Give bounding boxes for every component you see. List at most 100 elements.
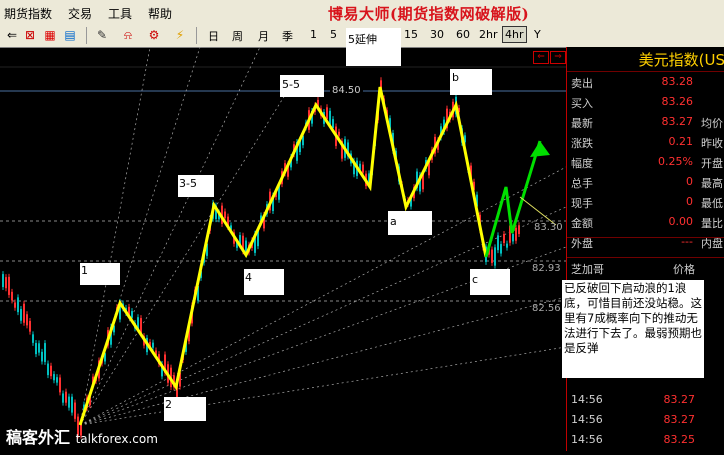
wave-a-text: a: [390, 215, 397, 228]
quote-row-value: 0.21: [668, 135, 694, 148]
instrument-title: 美元指数(US: [638, 51, 724, 69]
quote-row-label: 幅度: [571, 157, 593, 170]
divider: [567, 257, 724, 258]
trade-header-exchange: 芝加哥: [571, 263, 604, 276]
menu-trade[interactable]: 交易: [68, 5, 92, 22]
trade-time: 14:56: [571, 413, 603, 426]
wave-c-text: c: [472, 273, 479, 286]
period-quarter[interactable]: 季: [282, 28, 293, 44]
quote-row-label2: 开盘: [701, 157, 723, 170]
trade-price: 83.27: [663, 413, 696, 426]
price-label-82-93: 82.93: [532, 263, 561, 274]
trade-time: 14:56: [571, 433, 603, 446]
wave-3-5-text: 3-5: [179, 177, 197, 190]
quote-row-value: 0: [686, 175, 693, 188]
wave-label-c: c: [470, 269, 510, 295]
quote-row-label: 最新: [571, 117, 593, 130]
fan-line: [79, 206, 567, 426]
quote-row-label2: 量比: [701, 217, 723, 230]
back-icon[interactable]: ⇐: [4, 27, 20, 43]
trade-time: 14:56: [571, 393, 603, 406]
trend-line: [519, 196, 557, 226]
period-1min[interactable]: 1: [310, 28, 317, 41]
cross-icon[interactable]: ⊠: [22, 27, 38, 43]
quote-row-label2: 均价: [701, 117, 723, 130]
toolbar-separator: [196, 27, 197, 44]
toolbar-separator: [86, 27, 87, 44]
quote-row-label: 涨跌: [571, 137, 593, 150]
wave-label-5-extension: 5延伸: [346, 28, 401, 66]
watermark-text: 稿客外汇: [6, 428, 71, 447]
chart-canvas: [0, 46, 567, 439]
quote-row-label: 买入: [571, 97, 593, 110]
quote-row-label2: 最低: [701, 197, 723, 210]
quote-row-label: 卖出: [571, 77, 593, 90]
scroll-right-icon[interactable]: ⇒: [550, 51, 566, 64]
period-week[interactable]: 周: [232, 28, 243, 44]
wave-label-4: 4: [244, 269, 284, 295]
quote-row: 卖出 83.28: [567, 75, 724, 95]
period-day[interactable]: 日: [208, 28, 219, 44]
quote-row: 现手 0 最低: [567, 195, 724, 215]
divider: [567, 237, 724, 238]
wave-label-1: 1: [80, 263, 120, 285]
menu-help[interactable]: 帮助: [148, 5, 172, 22]
elliott-wave-line: [78, 86, 488, 426]
quote-row-label2: 最高: [701, 177, 723, 190]
price-chart[interactable]: 1 2 3-5 4 5-5 5延伸 a b c 84.50 83.30 82.9…: [0, 28, 567, 451]
wave-1-text: 1: [81, 264, 88, 277]
divider: [567, 71, 724, 72]
quote-row-value: 0.25%: [658, 155, 693, 168]
wave-label-5-5: 5-5: [280, 75, 324, 97]
quote-row-value: 83.26: [661, 95, 694, 108]
quote-row: 幅度 0.25% 开盘: [567, 155, 724, 175]
menu-bar: 期货指数 交易 工具 帮助 博易大师(期货指数网破解版): [0, 0, 724, 25]
quote-row-label: 总手: [571, 177, 593, 190]
wave-b-text: b: [452, 71, 459, 84]
quote-row-value: 0: [686, 195, 693, 208]
watermark-url: talkforex.com: [75, 432, 158, 446]
quote-panel: 美元指数(US 卖出 83.28 买入 83.26 最新 83.27 均价 涨跌 0.21 昨收幅…: [566, 47, 724, 451]
quote-row-label: 现手: [571, 197, 593, 210]
menu-futures-index[interactable]: 期货指数: [4, 5, 52, 22]
quote-row: 涨跌 0.21 昨收: [567, 135, 724, 155]
fan-line: [79, 346, 567, 426]
period-month[interactable]: 月: [258, 28, 269, 44]
wave-5-extension-text: 5延伸: [348, 33, 377, 46]
price-label-83-30: 83.30: [534, 222, 563, 233]
lightning-icon[interactable]: ⚡: [172, 27, 188, 43]
quote-row-value: 83.27: [661, 115, 694, 128]
quote-row-value: 0.00: [668, 215, 694, 228]
price-label-84-50: 84.50: [330, 85, 363, 96]
quote-row: 买入 83.26: [567, 95, 724, 115]
window-icon[interactable]: ▤: [62, 27, 78, 43]
period-30min[interactable]: 30: [430, 28, 444, 41]
period-15min[interactable]: 15: [404, 28, 418, 41]
wave-4-text: 4: [245, 271, 252, 284]
period-60min[interactable]: 60: [456, 28, 470, 41]
draw-icon[interactable]: ✎: [94, 27, 110, 43]
period-5min[interactable]: 5: [330, 28, 337, 41]
wave-label-a: a: [388, 211, 432, 235]
projection-arrow-icon: [530, 141, 550, 157]
quote-row: 金额 0.00 量比: [567, 215, 724, 235]
trade-price: 83.27: [663, 393, 696, 406]
price-label-82-56: 82.56: [532, 303, 561, 314]
app-title: 博易大师(期货指数网破解版): [328, 5, 530, 23]
period-2hr[interactable]: 2hr: [479, 28, 498, 41]
period-4hr[interactable]: 4hr: [502, 26, 527, 43]
quote-row: 总手 0 最高: [567, 175, 724, 195]
plug-icon[interactable]: ⚙: [146, 27, 162, 43]
analysis-comment: 已反破回下启动浪的1浪底，可惜目前还没站稳。这里有7成概率向下的推动无法进行下去…: [562, 280, 704, 378]
wave-label-3-5: 3-5: [178, 175, 214, 197]
quote-row-value: 83.28: [661, 75, 694, 88]
wave-5-5-text: 5-5: [282, 78, 300, 91]
quote-row-label: 金额: [571, 217, 593, 230]
quote-icon[interactable]: ▦: [42, 27, 58, 43]
scroll-left-icon[interactable]: ⇐: [533, 51, 549, 64]
period-year[interactable]: Y: [534, 28, 541, 41]
trade-price: 83.25: [663, 433, 696, 446]
alarm-icon[interactable]: ⍾: [120, 27, 136, 43]
menu-tools[interactable]: 工具: [108, 5, 132, 22]
quote-row: 外盘 --- 内盘: [567, 235, 724, 255]
